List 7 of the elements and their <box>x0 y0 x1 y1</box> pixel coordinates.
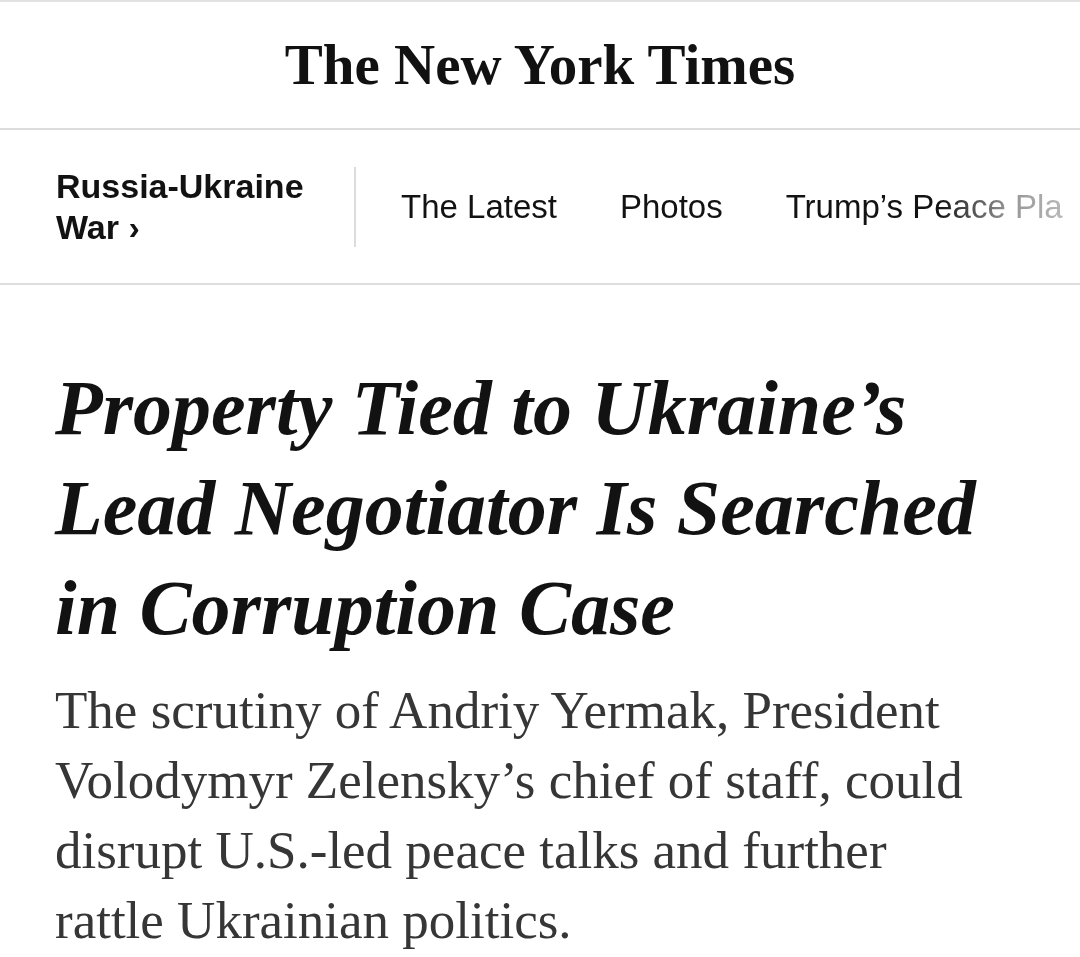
section-link[interactable]: Russia-Ukraine War › <box>56 165 326 248</box>
article-summary: The scrutiny of Andriy Yermak, President Volodymyr Zelensky’s chief of staff, could disrupt U.S.-led peace talks and further rattle Ukrainian politics. <box>55 680 964 951</box>
nav-link[interactable]: The Latest <box>401 186 557 227</box>
headline: Property Tied to Ukraine’s Lead Negotiator Is Searched in Corruption Case <box>55 363 978 653</box>
nav-link[interactable]: Photos <box>619 186 723 227</box>
nav-link[interactable]: Trump’s Peace Pla <box>785 186 1063 227</box>
masthead-logo[interactable]: The New York Times <box>284 32 796 98</box>
